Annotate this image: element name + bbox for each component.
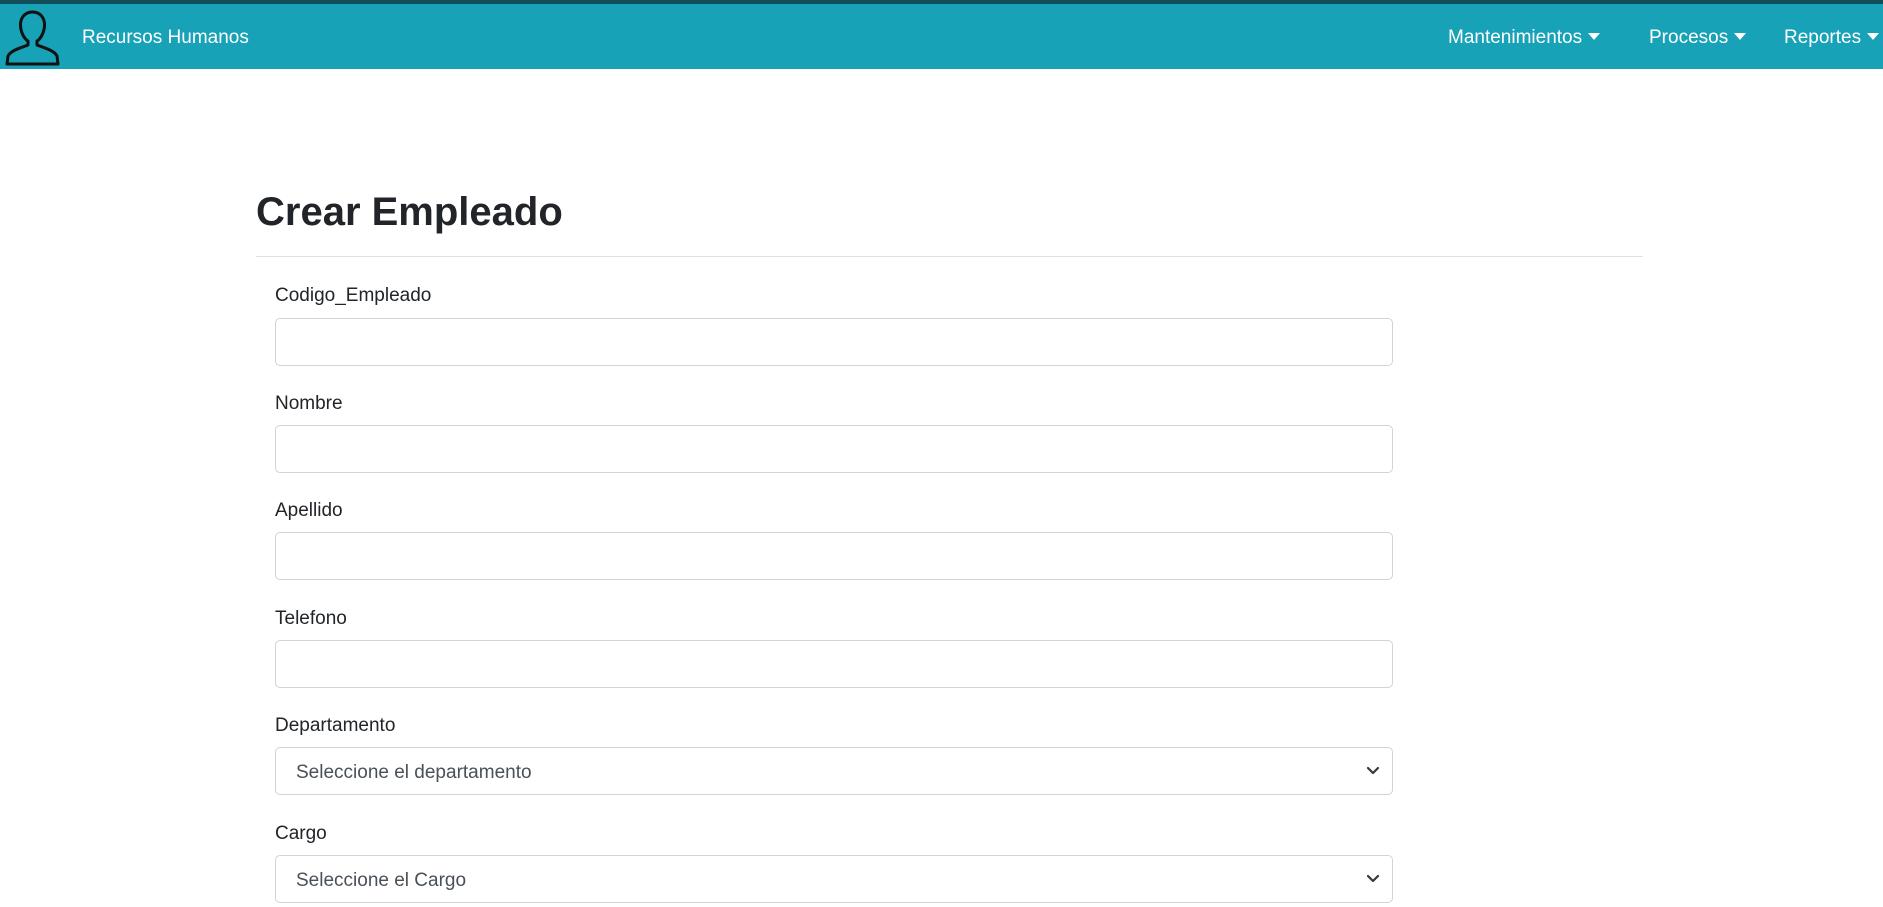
menu-reportes[interactable]: Reportes <box>1784 27 1880 48</box>
apellido-input[interactable] <box>275 532 1393 580</box>
departamento-selected-value: Seleccione el departamento <box>296 762 532 783</box>
user-silhouette-icon[interactable] <box>5 8 60 66</box>
caret-down-icon <box>1734 33 1747 40</box>
telefono-input[interactable] <box>275 640 1393 688</box>
brand-name[interactable]: Recursos Humanos <box>82 28 249 47</box>
caret-down-icon <box>1588 33 1601 40</box>
cargo-label: Cargo <box>275 823 327 844</box>
nombre-label: Nombre <box>275 393 343 414</box>
page-title: Crear Empleado <box>256 190 563 234</box>
menu-mantenimientos[interactable]: Mantenimientos <box>1448 27 1601 48</box>
departamento-label: Departamento <box>275 715 396 736</box>
apellido-label: Apellido <box>275 500 343 521</box>
departamento-select[interactable]: Seleccione el departamento <box>275 747 1393 795</box>
menu-procesos-label: Procesos <box>1649 27 1729 48</box>
title-divider <box>256 256 1643 257</box>
menu-reportes-label: Reportes <box>1784 27 1862 48</box>
nombre-input[interactable] <box>275 425 1393 473</box>
codigo-empleado-input[interactable] <box>275 318 1393 366</box>
cargo-select[interactable]: Seleccione el Cargo <box>275 855 1393 903</box>
cargo-selected-value: Seleccione el Cargo <box>296 870 467 891</box>
codigo-empleado-label: Codigo_Empleado <box>275 285 432 306</box>
top-navbar: Recursos Humanos Mantenimientos Procesos… <box>0 0 1883 69</box>
chevron-down-icon <box>1366 766 1380 775</box>
chevron-down-icon <box>1366 874 1380 883</box>
menu-procesos[interactable]: Procesos <box>1649 27 1747 48</box>
menu-mantenimientos-label: Mantenimientos <box>1448 27 1583 48</box>
telefono-label: Telefono <box>275 608 347 629</box>
caret-down-icon <box>1867 33 1880 40</box>
